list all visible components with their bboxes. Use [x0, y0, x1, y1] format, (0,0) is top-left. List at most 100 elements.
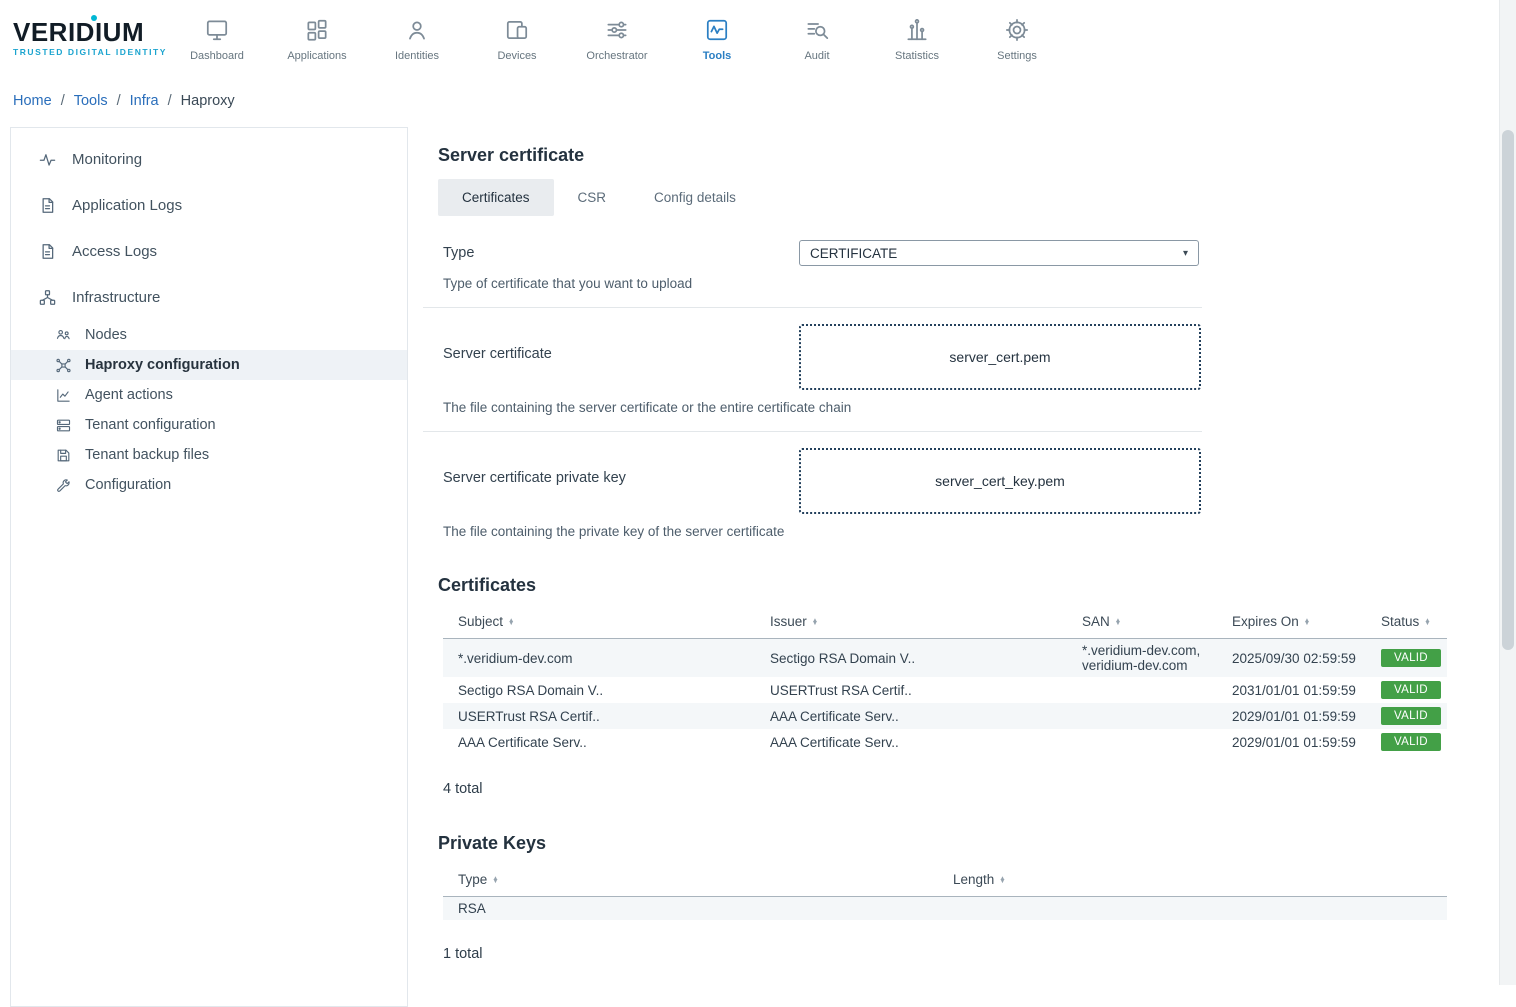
- column-header-type[interactable]: Type▲▼: [443, 866, 938, 897]
- nav-item-applications[interactable]: Applications: [267, 13, 367, 62]
- scrollbar-thumb[interactable]: [1502, 130, 1514, 650]
- certificates-section-title: Certificates: [438, 575, 1516, 596]
- cell-expires-on: 2025/09/30 02:59:59: [1217, 639, 1366, 678]
- nav-item-orchestrator[interactable]: Orchestrator: [567, 13, 667, 62]
- certificate-row: USERTrust RSA Certif.. AAA Certificate S…: [443, 703, 1447, 729]
- tab-config-details[interactable]: Config details: [630, 179, 760, 216]
- certificate-row: AAA Certificate Serv.. AAA Certificate S…: [443, 729, 1447, 755]
- veridium-logo[interactable]: VERIDIUM TRUSTED DIGITAL IDENTITY: [0, 19, 167, 57]
- brand-name-text: VERIDIUM: [13, 17, 144, 47]
- column-label: Length: [953, 872, 994, 887]
- breadcrumb-tools[interactable]: Tools: [74, 93, 108, 109]
- column-header-issuer[interactable]: Issuer ▲▼: [755, 608, 1067, 639]
- certificates-total: 4 total: [443, 781, 1516, 797]
- nav-item-identities[interactable]: Identities: [367, 13, 467, 62]
- certificates-table: Subject▲▼ Issuer ▲▼ SAN▲▼ Expires On▲▼ St…: [443, 608, 1447, 755]
- brand-dot-icon: [91, 15, 97, 21]
- devices-icon: [504, 17, 530, 43]
- private-key-row: RSA: [443, 897, 1447, 921]
- cell-subject: *.veridium-dev.com: [443, 639, 755, 678]
- column-header-expires-on[interactable]: Expires On▲▼: [1217, 608, 1366, 639]
- sidebar-item-access-logs[interactable]: Access Logs: [11, 228, 407, 274]
- brand-tagline: TRUSTED DIGITAL IDENTITY: [13, 47, 167, 57]
- orchestrator-icon: [604, 17, 630, 43]
- cell-san: [1067, 703, 1217, 729]
- cell-status: VALID: [1366, 729, 1447, 755]
- cell-status: VALID: [1366, 703, 1447, 729]
- type-help-text: Type of certificate that you want to upl…: [443, 276, 1516, 291]
- tab-certificates[interactable]: Certificates: [438, 179, 554, 216]
- nav-item-dashboard[interactable]: Dashboard: [167, 13, 267, 62]
- document-icon: [38, 196, 57, 215]
- status-badge: VALID: [1381, 649, 1441, 667]
- sidebar-item-label: Application Logs: [72, 197, 182, 214]
- breadcrumb-infra[interactable]: Infra: [130, 93, 159, 109]
- cell-subject: USERTrust RSA Certif..: [443, 703, 755, 729]
- column-label: Issuer: [770, 614, 807, 629]
- uploaded-file-name: server_cert.pem: [949, 349, 1050, 365]
- column-header-length[interactable]: Length▲▼: [938, 866, 1447, 897]
- sidebar-item-infrastructure[interactable]: Infrastructure: [11, 274, 407, 320]
- sort-icon: ▲▼: [812, 619, 818, 627]
- column-label: Status: [1381, 614, 1419, 629]
- column-label: SAN: [1082, 614, 1110, 629]
- nav-label: Applications: [287, 50, 346, 62]
- status-badge: VALID: [1381, 681, 1441, 699]
- line-chart-icon: [55, 387, 72, 404]
- identities-icon: [404, 17, 430, 43]
- nav-item-statistics[interactable]: Statistics: [867, 13, 967, 62]
- private-key-row: Server certificate private key server_ce…: [423, 448, 1516, 514]
- column-label: Subject: [458, 614, 503, 629]
- private-key-dropzone[interactable]: server_cert_key.pem: [799, 448, 1201, 514]
- sidebar-item-tenant-backup-files[interactable]: Tenant backup files: [11, 440, 407, 470]
- server-certificate-dropzone[interactable]: server_cert.pem: [799, 324, 1201, 390]
- type-label: Type: [443, 240, 799, 261]
- wrench-icon: [55, 477, 72, 494]
- sidebar-item-label: Haproxy configuration: [85, 357, 240, 373]
- certificate-type-select[interactable]: CERTIFICATE ▾: [799, 240, 1199, 266]
- selected-value: CERTIFICATE: [810, 246, 897, 261]
- server-certificate-label: Server certificate: [443, 324, 799, 362]
- breadcrumb-separator: /: [168, 93, 172, 109]
- cell-issuer: AAA Certificate Serv..: [755, 729, 1067, 755]
- nav-item-audit[interactable]: Audit: [767, 13, 867, 62]
- nav-item-tools[interactable]: Tools: [667, 13, 767, 62]
- users-icon: [55, 327, 72, 344]
- cell-san: [1067, 677, 1217, 703]
- sidebar-item-label: Tenant backup files: [85, 447, 209, 463]
- pulse-icon: [38, 150, 57, 169]
- nav-item-settings[interactable]: Settings: [967, 13, 1067, 62]
- sidebar-item-configuration[interactable]: Configuration: [11, 470, 407, 500]
- statistics-icon: [904, 17, 930, 43]
- sidebar: Monitoring Application Logs Access Logs …: [10, 127, 408, 1007]
- nav-label: Dashboard: [190, 50, 244, 62]
- cell-san: *.veridium-dev.com, veridium-dev.com: [1067, 639, 1217, 678]
- vertical-scrollbar[interactable]: [1499, 0, 1516, 985]
- private-keys-table: Type▲▼ Length▲▼ RSA: [443, 866, 1447, 920]
- cell-status: VALID: [1366, 639, 1447, 678]
- column-header-san[interactable]: SAN▲▼: [1067, 608, 1217, 639]
- nav-item-devices[interactable]: Devices: [467, 13, 567, 62]
- sidebar-item-agent-actions[interactable]: Agent actions: [11, 380, 407, 410]
- cell-issuer: USERTrust RSA Certif..: [755, 677, 1067, 703]
- column-header-status[interactable]: Status▲▼: [1366, 608, 1447, 639]
- certificate-row: Sectigo RSA Domain V.. USERTrust RSA Cer…: [443, 677, 1447, 703]
- sidebar-item-nodes[interactable]: Nodes: [11, 320, 407, 350]
- cell-expires-on: 2029/01/01 01:59:59: [1217, 703, 1366, 729]
- server-certificate-row: Server certificate server_cert.pem: [423, 324, 1516, 390]
- column-header-subject[interactable]: Subject▲▼: [443, 608, 755, 639]
- sidebar-item-application-logs[interactable]: Application Logs: [11, 182, 407, 228]
- tab-csr[interactable]: CSR: [554, 179, 631, 216]
- sidebar-item-haproxy-configuration[interactable]: Haproxy configuration: [11, 350, 407, 380]
- sidebar-item-label: Agent actions: [85, 387, 173, 403]
- save-icon: [55, 447, 72, 464]
- breadcrumb-home[interactable]: Home: [13, 93, 52, 109]
- divider: [423, 431, 1202, 432]
- sidebar-item-monitoring[interactable]: Monitoring: [11, 136, 407, 182]
- sidebar-item-tenant-configuration[interactable]: Tenant configuration: [11, 410, 407, 440]
- network-icon: [55, 357, 72, 374]
- server-certificate-help-text: The file containing the server certifica…: [443, 400, 1516, 415]
- breadcrumb-separator: /: [61, 93, 65, 109]
- tools-icon: [704, 17, 730, 43]
- dashboard-icon: [204, 17, 230, 43]
